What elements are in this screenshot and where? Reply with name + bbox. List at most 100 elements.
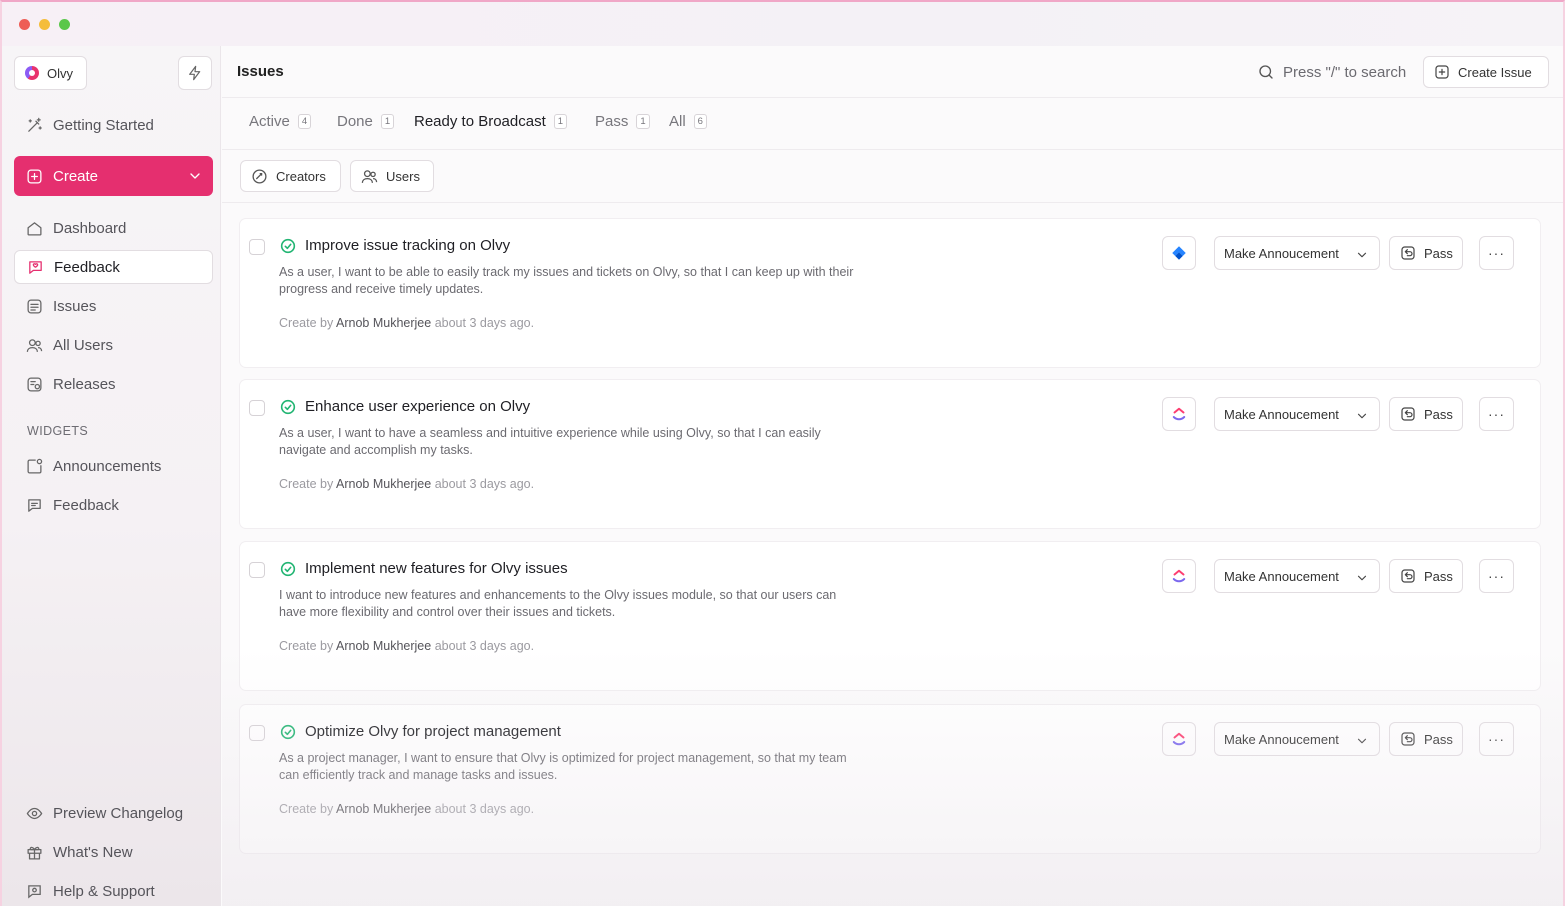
ellipsis-icon: ··· (1488, 245, 1505, 261)
tab-count: 1 (553, 114, 568, 129)
make-announcement-dropdown[interactable]: Make Annoucement (1214, 559, 1380, 593)
status-tabs: Active 4 Done 1 Ready to Broadcast 1 Pas… (222, 98, 1563, 150)
check-circle-icon (280, 724, 296, 740)
clickup-icon (1172, 407, 1186, 421)
tab-active[interactable]: Active 4 (249, 113, 312, 130)
tab-label: Pass (595, 113, 629, 130)
issue-card[interactable]: Improve issue tracking on Olvy As a user… (240, 219, 1540, 367)
close-window-button[interactable] (19, 19, 30, 30)
quick-actions-button[interactable] (178, 56, 212, 90)
make-announcement-dropdown[interactable]: Make Annoucement (1214, 236, 1380, 270)
bolt-icon (189, 65, 201, 81)
sidebar-item-help-support[interactable]: Help & Support (14, 874, 213, 906)
magic-wand-icon (28, 117, 42, 132)
sidebar-item-label: Announcements (53, 457, 162, 475)
pass-button[interactable]: Pass (1389, 722, 1463, 756)
integration-button[interactable] (1162, 236, 1196, 270)
issue-author[interactable]: Arnob Mukherjee (336, 316, 431, 330)
clickup-icon (1172, 732, 1186, 746)
sidebar-item-label: All Users (53, 336, 114, 354)
create-issue-label: Create Issue (1458, 64, 1532, 80)
issue-title[interactable]: Improve issue tracking on Olvy (305, 237, 510, 254)
issue-time: about 3 days ago. (434, 477, 535, 491)
issue-card[interactable]: Optimize Olvy for project management As … (240, 705, 1540, 853)
workspace-switcher[interactable]: Olvy (14, 56, 87, 90)
sidebar-item-all-users[interactable]: All Users (14, 328, 213, 362)
issue-description: I want to introduce new features and enh… (279, 588, 837, 619)
make-announcement-dropdown[interactable]: Make Annoucement (1214, 397, 1380, 431)
pass-icon (1401, 407, 1415, 421)
minimize-window-button[interactable] (39, 19, 50, 30)
issue-checkbox[interactable] (249, 239, 265, 255)
home-icon (27, 221, 42, 236)
ellipsis-icon: ··· (1488, 406, 1505, 422)
integration-button[interactable] (1162, 722, 1196, 756)
make-announcement-dropdown[interactable]: Make Annoucement (1214, 722, 1380, 756)
sidebar-item-preview-changelog[interactable]: Preview Changelog (14, 796, 213, 830)
tab-done[interactable]: Done 1 (337, 113, 395, 130)
pass-button[interactable]: Pass (1389, 236, 1463, 270)
tab-pass[interactable]: Pass 1 (595, 113, 650, 130)
creators-filter-button[interactable]: Creators (240, 160, 341, 192)
issue-checkbox[interactable] (249, 400, 265, 416)
issues-icon (27, 298, 42, 314)
sidebar-item-label: Help & Support (53, 882, 155, 900)
issue-author[interactable]: Arnob Mukherjee (336, 477, 431, 491)
tab-ready-to-broadcast[interactable]: Ready to Broadcast 1 (414, 113, 568, 130)
sidebar-item-dashboard[interactable]: Dashboard (14, 211, 213, 245)
issue-description: As a user, I want to be able to easily t… (279, 265, 854, 296)
issue-title[interactable]: Enhance user experience on Olvy (305, 398, 530, 415)
issue-meta: Create by Arnob Mukherjee about 3 days a… (279, 316, 534, 330)
integration-button[interactable] (1162, 397, 1196, 431)
create-label: Create (53, 167, 99, 185)
search-icon (1259, 65, 1273, 79)
sidebar-item-label: Feedback (53, 496, 119, 514)
more-options-button[interactable]: ··· (1479, 722, 1514, 756)
users-filter-button[interactable]: Users (350, 160, 434, 192)
pass-icon (1401, 732, 1415, 746)
check-circle-icon (280, 561, 296, 577)
filter-bar: Creators Users (222, 150, 1563, 203)
sidebar-item-whats-new[interactable]: What's New (14, 835, 213, 869)
sidebar-item-feedback[interactable]: Feedback (14, 250, 213, 284)
message-icon (28, 498, 41, 512)
pass-label: Pass (1424, 245, 1453, 261)
sidebar-item-getting-started[interactable]: Getting Started (14, 108, 213, 142)
create-button[interactable]: Create (14, 156, 213, 196)
more-options-button[interactable]: ··· (1479, 559, 1514, 593)
issue-meta: Create by Arnob Mukherjee about 3 days a… (279, 477, 534, 491)
chevron-down-icon (1357, 413, 1367, 419)
feedback-icon (29, 260, 42, 274)
tab-label: All (669, 113, 686, 130)
tab-all[interactable]: All 6 (669, 113, 707, 130)
issue-card[interactable]: Implement new features for Olvy issues I… (240, 542, 1540, 690)
sidebar-item-announcements[interactable]: Announcements (14, 449, 213, 483)
maximize-window-button[interactable] (59, 19, 70, 30)
created-prefix: Create by (279, 639, 334, 653)
issue-checkbox[interactable] (249, 562, 265, 578)
more-options-button[interactable]: ··· (1479, 236, 1514, 270)
more-options-button[interactable]: ··· (1479, 397, 1514, 431)
issue-card[interactable]: Enhance user experience on Olvy As a use… (240, 380, 1540, 528)
pass-button[interactable]: Pass (1389, 559, 1463, 593)
chevron-down-icon (1357, 738, 1367, 744)
search-trigger[interactable]: Press "/" to search (1257, 63, 1406, 81)
widgets-section-label: WIDGETS (27, 424, 89, 438)
issue-checkbox[interactable] (249, 725, 265, 741)
tab-label: Done (337, 113, 373, 130)
integration-button[interactable] (1162, 559, 1196, 593)
issue-author[interactable]: Arnob Mukherjee (336, 639, 431, 653)
search-hint: Press "/" to search (1283, 63, 1407, 81)
tab-count: 1 (636, 114, 650, 129)
sidebar-item-releases[interactable]: Releases (14, 367, 213, 401)
page-title: Issues (237, 63, 284, 80)
create-issue-button[interactable]: Create Issue (1423, 56, 1549, 88)
pass-button[interactable]: Pass (1389, 397, 1463, 431)
issue-title[interactable]: Optimize Olvy for project management (305, 723, 561, 740)
sidebar-item-issues[interactable]: Issues (14, 289, 213, 323)
issue-title[interactable]: Implement new features for Olvy issues (305, 560, 568, 577)
sidebar-item-feedback-widget[interactable]: Feedback (14, 488, 213, 522)
users-icon (361, 169, 378, 183)
tab-count: 1 (380, 114, 395, 129)
issue-author[interactable]: Arnob Mukherjee (336, 802, 431, 816)
